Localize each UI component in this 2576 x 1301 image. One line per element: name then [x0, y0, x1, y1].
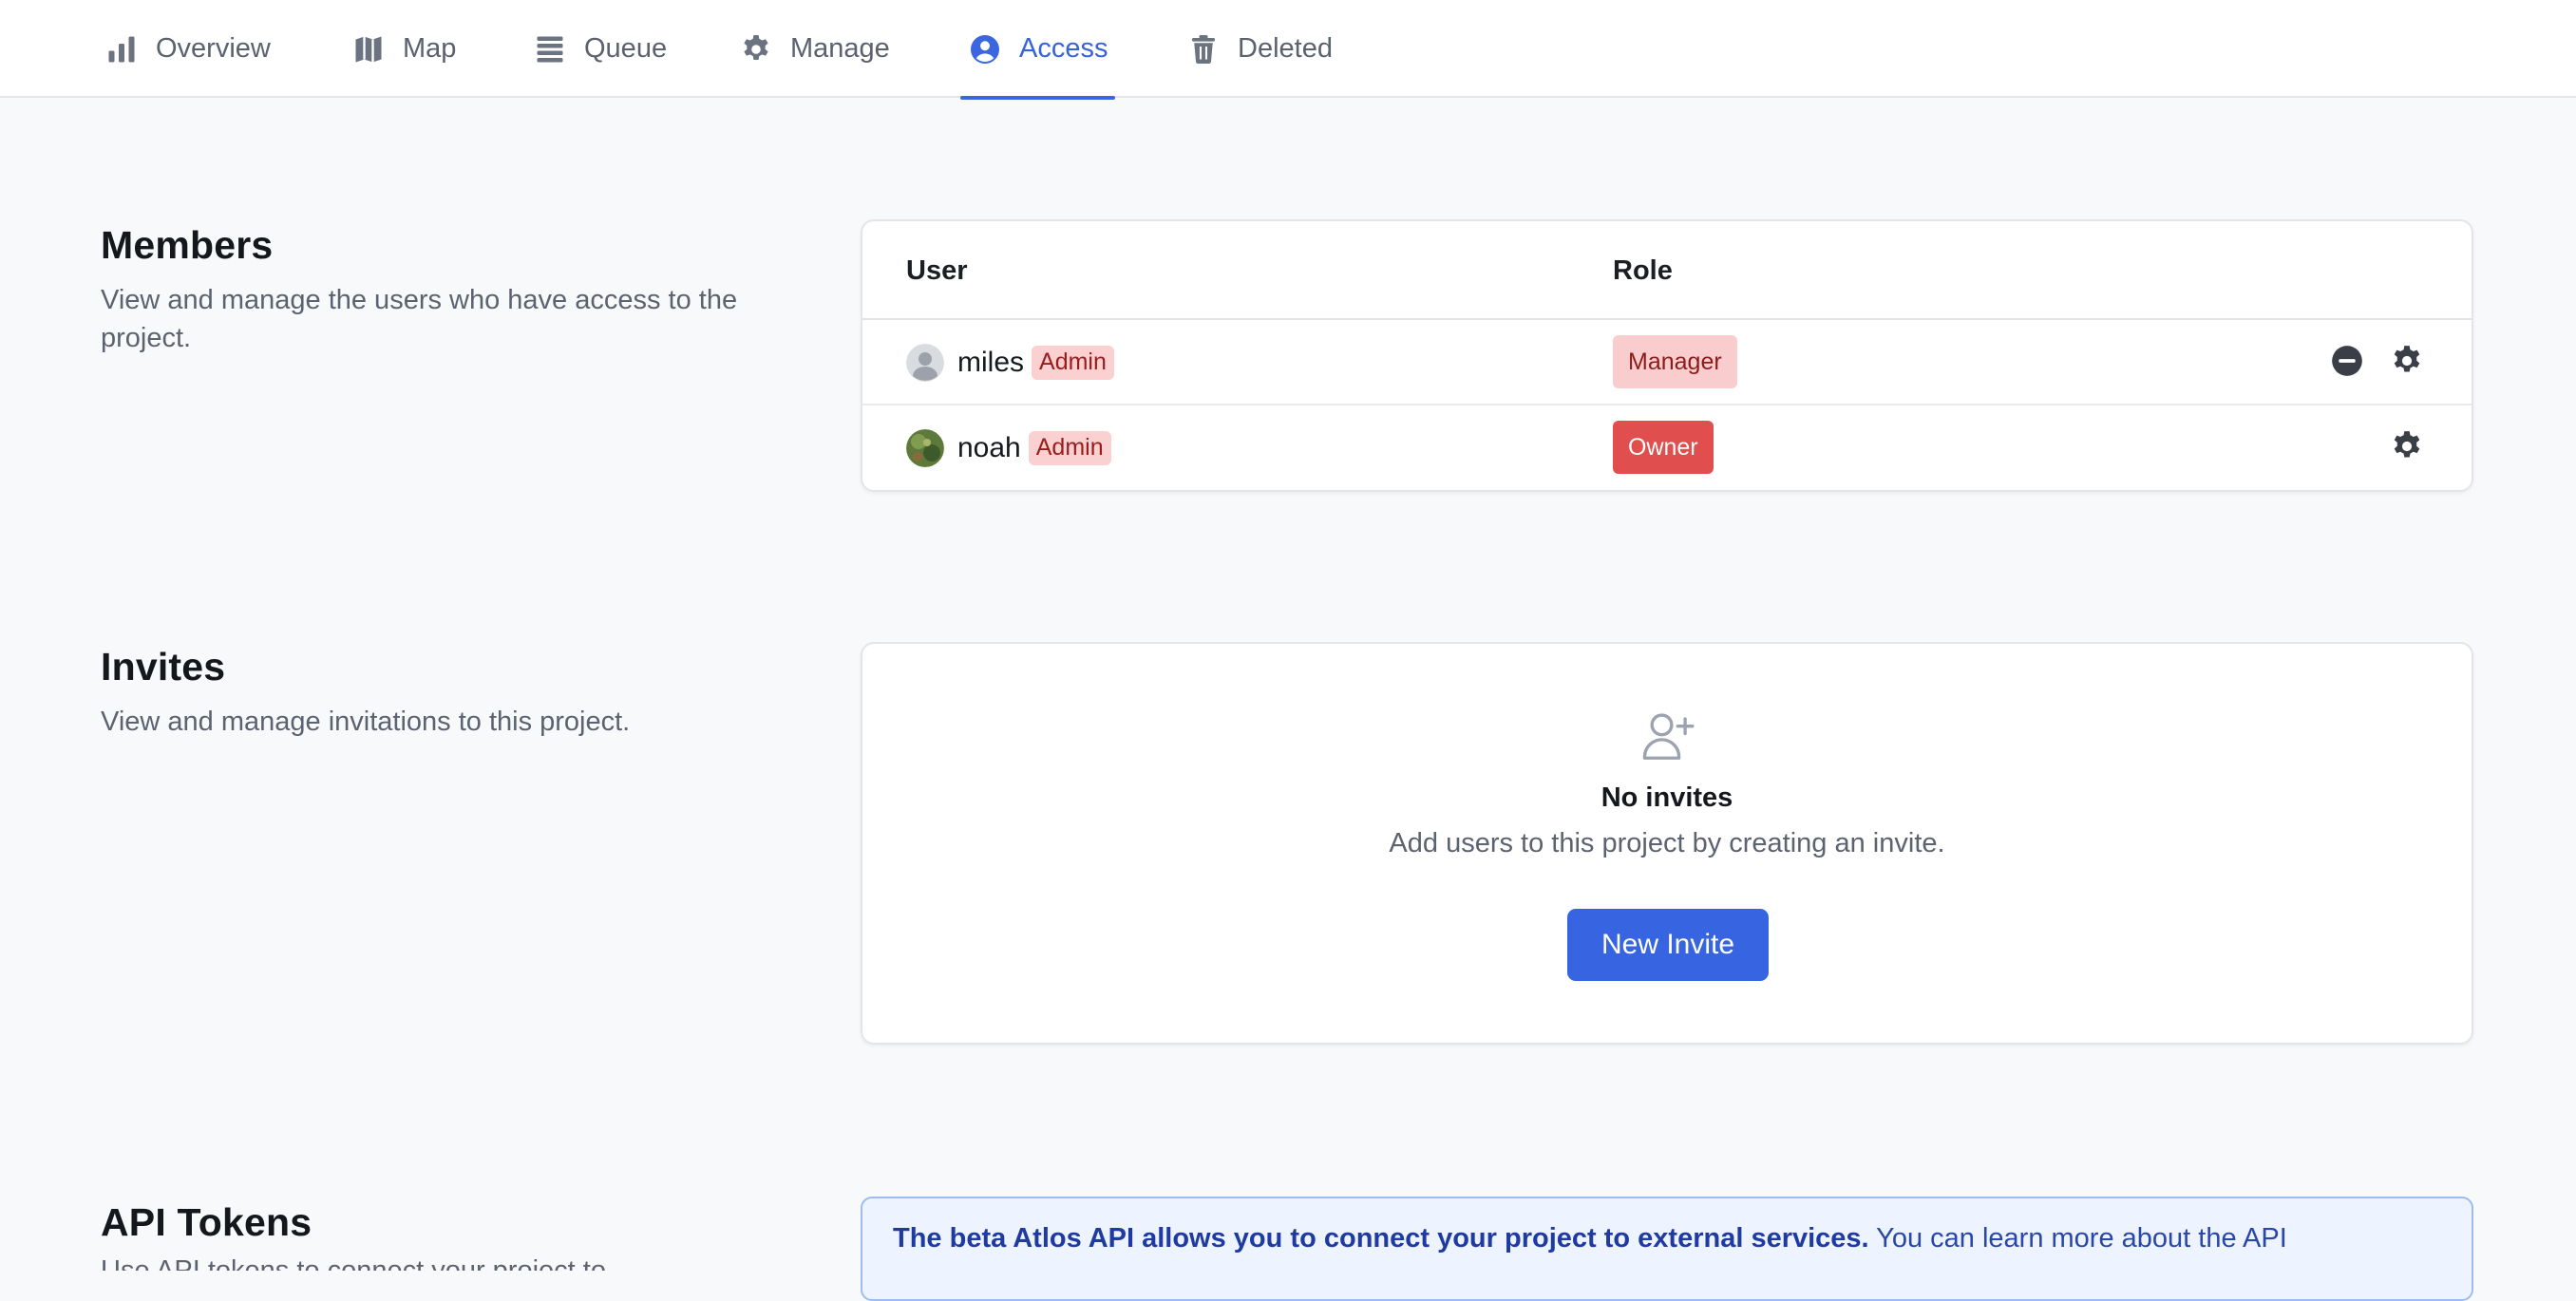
- queue-stack-icon: [533, 32, 567, 66]
- api-banner-text: The beta Atlos API allows you to connect…: [893, 1223, 2287, 1254]
- invites-description: View and manage invitations to this proj…: [101, 707, 631, 737]
- members-title: Members: [101, 223, 274, 267]
- tab-manage[interactable]: Manage: [739, 0, 890, 98]
- api-info-banner: The beta Atlos API allows you to connect…: [861, 1197, 2473, 1301]
- role-badge-owner: Owner: [1613, 421, 1714, 474]
- default-avatar-icon: [906, 344, 944, 382]
- tab-queue[interactable]: Queue: [533, 0, 667, 98]
- tab-deleted[interactable]: Deleted: [1186, 0, 1333, 98]
- api-banner-link-text[interactable]: You can learn more about the API: [1869, 1223, 2287, 1254]
- empty-description: Add users to this project by creating an…: [1389, 828, 1945, 858]
- tab-label: Map: [403, 33, 457, 64]
- member-settings-gear-icon[interactable]: [2387, 341, 2427, 381]
- api-tokens-description: Use API tokens to connect your project t…: [101, 1255, 606, 1271]
- bar-chart-icon: [104, 32, 139, 66]
- column-header-role: Role: [1613, 255, 1673, 286]
- role-badge-manager: Manager: [1613, 335, 1737, 388]
- map-icon: [351, 32, 386, 66]
- admin-badge: Admin: [1032, 346, 1114, 380]
- tab-map[interactable]: Map: [351, 0, 456, 98]
- api-banner-bold: The beta Atlos API allows you to connect…: [893, 1223, 1869, 1254]
- invites-title: Invites: [101, 645, 226, 688]
- members-description: View and manage the users who have acces…: [101, 285, 738, 353]
- remove-member-icon[interactable]: [2327, 341, 2367, 381]
- user-plus-icon: [1638, 707, 1697, 765]
- tab-label: Manage: [790, 33, 890, 64]
- username: noah: [957, 432, 1021, 463]
- username: miles: [957, 347, 1025, 378]
- gear-icon: [739, 32, 773, 66]
- admin-badge: Admin: [1028, 431, 1111, 465]
- user-cell: miles Admin: [906, 320, 1114, 405]
- table-header: User Role: [862, 221, 2472, 320]
- tab-overview[interactable]: Overview: [104, 0, 271, 98]
- empty-title: No invites: [1601, 782, 1733, 813]
- project-tab-bar: Overview Map Queue Manage Access Deleted: [0, 0, 2576, 100]
- new-invite-button[interactable]: New Invite: [1567, 909, 1769, 981]
- tab-access[interactable]: Access: [959, 0, 1116, 100]
- invites-empty-state: No invites Add users to this project by …: [861, 642, 2473, 1045]
- column-header-user: User: [906, 255, 968, 286]
- tab-label: Deleted: [1238, 33, 1333, 64]
- photo-avatar: [906, 429, 944, 467]
- api-tokens-description-clip: Use API tokens to connect your project t…: [101, 1252, 747, 1271]
- api-tokens-title: API Tokens: [101, 1200, 313, 1244]
- table-row: noah Admin Owner: [862, 405, 2472, 491]
- member-settings-gear-icon[interactable]: [2387, 426, 2427, 466]
- table-row: miles Admin Manager: [862, 320, 2472, 405]
- user-circle-icon: [968, 32, 1002, 66]
- tab-label: Overview: [156, 33, 271, 64]
- trash-icon: [1186, 32, 1221, 66]
- tab-label: Access: [1019, 33, 1108, 64]
- user-cell: noah Admin: [906, 405, 1111, 491]
- members-table: User Role miles Admin Manager noah Admin…: [861, 219, 2473, 492]
- tab-label: Queue: [584, 33, 668, 64]
